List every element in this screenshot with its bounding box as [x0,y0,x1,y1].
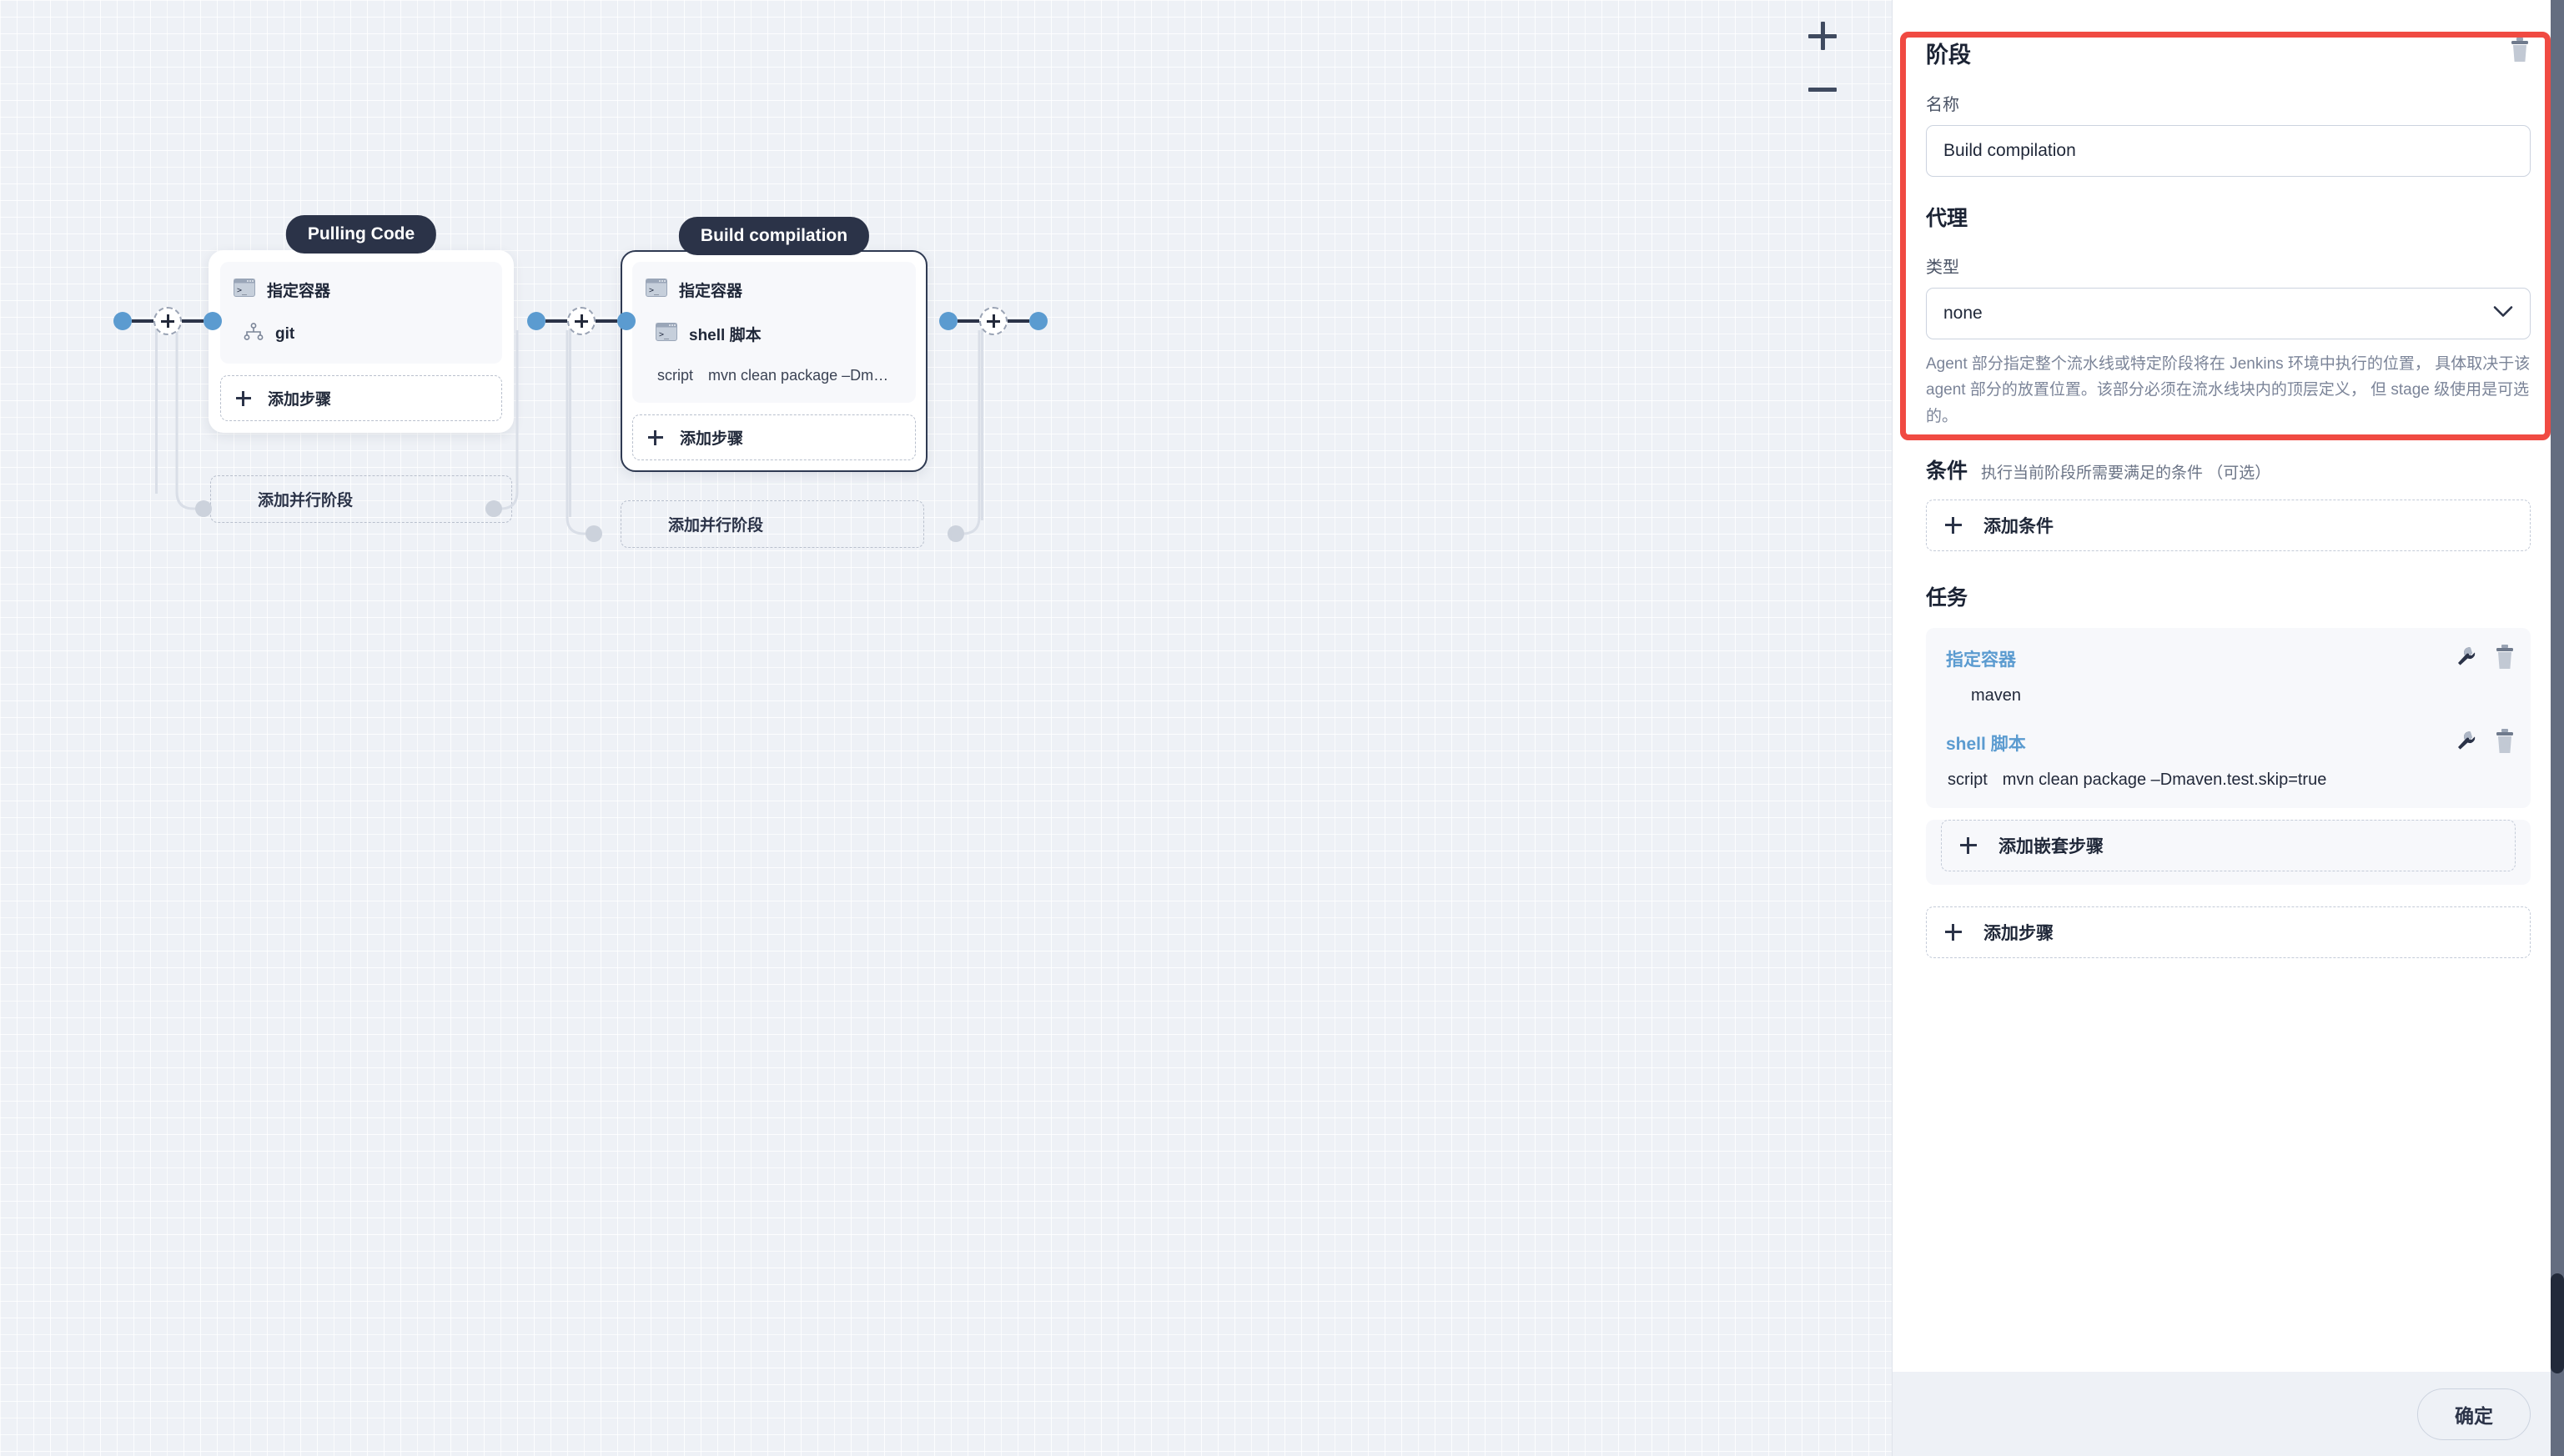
name-label: 名称 [1926,96,1959,114]
task-value-text: maven [1971,686,2022,705]
condition-subtext: 执行当前阶段所需要满足的条件 （可选） [1981,464,2271,483]
task-name-link[interactable]: shell 脚本 [1946,731,2026,756]
wrench-icon[interactable] [2456,646,2476,672]
tasks-container: 指定容器 maven shell 脚本 script mvn clean pac… [1926,628,2531,809]
task-value-text: mvn clean package –Dmaven.test.skip=true [2002,771,2327,790]
task-actions [2456,644,2516,674]
condition-heading-text: 条件 [1926,459,1968,484]
panel-footer: 确定 [1893,1372,2564,1456]
connector-drop-line [155,327,158,494]
connector-dot [113,312,132,330]
page-scrollbar[interactable] [2551,0,2564,1456]
agent-type-select[interactable]: none [1926,288,2531,339]
pipeline-canvas[interactable]: Pulling Code >_ 指定容器 git 添加步骤 添加并行阶段 Bui… [0,0,1892,1456]
zoom-out-icon[interactable] [1805,72,1840,107]
add-step-button[interactable]: 添加步骤 [1926,906,2531,959]
trash-icon[interactable] [2494,728,2516,758]
stage-name-input[interactable] [1926,125,2531,177]
connector-dot [939,312,958,330]
plus-icon [1945,924,1962,941]
condition-heading: 条件 执行当前阶段所需要满足的条件 （可选） [1926,454,2531,484]
add-stage-plus-icon[interactable] [153,307,182,335]
pipeline-flow: Pulling Code >_ 指定容器 git 添加步骤 添加并行阶段 Bui… [0,0,1892,834]
connector-bar [958,319,979,323]
agent-help-text: Agent 部分指定整个流水线或特定阶段将在 Jenkins 环境中执行的位置，… [1926,355,2531,425]
add-nested-step-label: 添加嵌套步骤 [1998,837,2104,857]
task-actions [2456,728,2516,758]
connector-dot [1029,312,1048,330]
connector-bar [1008,319,1029,323]
panel-header: 阶段 [1926,37,2531,69]
parallel-connector-dot [195,500,212,517]
connector-dot [527,312,545,330]
zoom-in-icon[interactable] [1805,18,1840,53]
task-value: maven [1941,686,2516,705]
wrench-icon[interactable] [2456,731,2476,756]
connector-bar [182,319,204,323]
add-step-label: 添加步骤 [1983,924,2054,944]
connector-drop-line [981,327,983,520]
agent-type-value: none [1943,304,1983,323]
stage-title-badge: Pulling Code [285,215,437,254]
connector-drop-line [569,327,571,517]
add-nested-step-button[interactable]: 添加嵌套步骤 [1941,820,2516,872]
connector-dot [204,312,222,330]
add-condition-button[interactable]: 添加条件 [1926,500,2531,552]
add-condition-label: 添加条件 [1983,517,2054,537]
nested-step-container: 添加嵌套步骤 [1926,820,2531,886]
agent-type-select-wrap: none [1926,288,2531,339]
task-name-link[interactable]: 指定容器 [1946,646,2016,671]
task-value: script mvn clean package –Dmaven.test.ski… [1941,771,2516,790]
task-value-key: script [1948,771,1988,790]
add-stage-plus-icon[interactable] [979,307,1008,335]
plus-icon [1945,517,1962,535]
stage-detail-panel: 阶段 名称 代理 类型 none [1892,0,2564,1456]
agent-heading: 代理 [1926,207,1968,230]
scrollbar-thumb[interactable] [2551,1273,2564,1373]
task-row[interactable]: shell 脚本 [1941,727,2516,759]
plus-icon [1960,837,1977,855]
connector-bar [132,319,153,323]
connector-add-stage-left[interactable] [113,307,222,335]
task-row[interactable]: 指定容器 [1941,643,2516,675]
confirm-button[interactable]: 确定 [2417,1388,2531,1440]
stage-title-badge: Build compilation [678,217,870,255]
parallel-connector-dot [948,525,964,542]
add-stage-plus-icon[interactable] [567,307,596,335]
parallel-connector-dot [485,500,502,517]
panel-scroll-area[interactable]: 阶段 名称 代理 类型 none [1893,0,2564,1372]
trash-icon[interactable] [2509,38,2531,68]
trash-icon[interactable] [2494,644,2516,674]
parallel-connector-dot [586,525,602,542]
connector-add-stage-middle[interactable] [527,307,636,335]
connector-dot [617,312,636,330]
panel-title: 阶段 [1926,43,1971,68]
connector-add-stage-right[interactable] [939,307,1048,335]
zoom-controls [1805,18,1840,107]
connector-bar [545,319,567,323]
connector-bar [596,319,617,323]
tasks-heading: 任务 [1926,586,1968,610]
type-label: 类型 [1926,259,1959,277]
connector-wires [175,330,981,535]
